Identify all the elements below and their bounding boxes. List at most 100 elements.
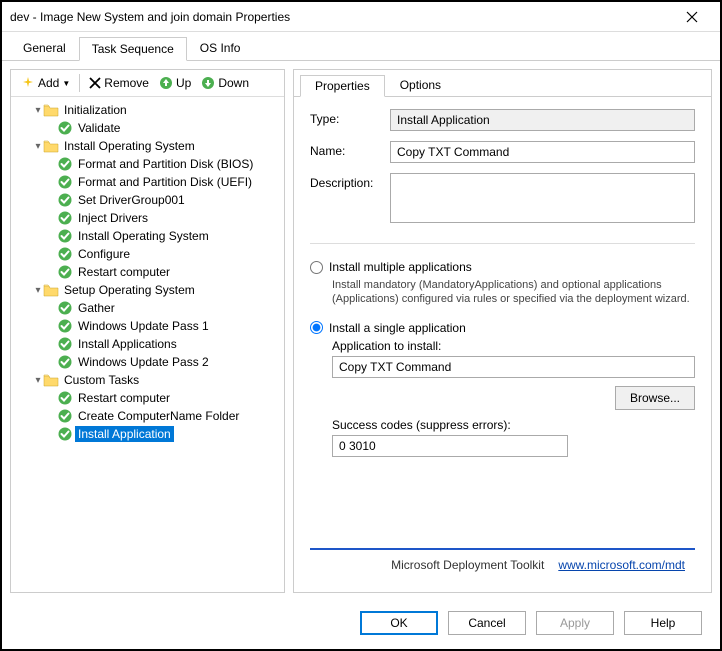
folder-icon <box>43 373 59 387</box>
folder-icon <box>43 103 59 117</box>
close-button[interactable] <box>672 3 712 31</box>
chevron-down-icon: ▼ <box>62 79 70 88</box>
expander-icon[interactable]: ▾ <box>33 141 43 152</box>
tree-step[interactable]: Gather <box>13 299 282 317</box>
type-field <box>390 109 695 131</box>
tree-node-label: Gather <box>75 300 118 316</box>
brand-text: Microsoft Deployment Toolkit <box>391 558 544 572</box>
tree-node-label: Format and Partition Disk (UEFI) <box>75 174 255 190</box>
arrow-up-icon <box>159 76 173 90</box>
add-button[interactable]: Add ▼ <box>17 74 74 92</box>
tree-node-label: Configure <box>75 246 133 262</box>
window-title: dev - Image New System and join domain P… <box>10 10 672 24</box>
up-button[interactable]: Up <box>155 74 195 92</box>
tab-task-sequence[interactable]: Task Sequence <box>79 37 187 61</box>
radio-multiple-row[interactable]: Install multiple applications <box>310 260 695 274</box>
tree-node-label: Windows Update Pass 1 <box>75 318 212 334</box>
tree-node-label: Inject Drivers <box>75 210 151 226</box>
tree-step[interactable]: Windows Update Pass 1 <box>13 317 282 335</box>
brand-link[interactable]: www.microsoft.com/mdt <box>558 558 685 572</box>
sparkle-icon <box>21 76 35 90</box>
toolbar: Add ▼ Remove Up Down <box>11 70 284 97</box>
app-to-install-field[interactable] <box>332 356 695 378</box>
tab-options[interactable]: Options <box>385 74 456 96</box>
tree-node-label: Create ComputerName Folder <box>75 408 242 424</box>
tree-step[interactable]: Install Applications <box>13 335 282 353</box>
expander-icon[interactable]: ▾ <box>33 285 43 296</box>
tree-step[interactable]: Restart computer <box>13 389 282 407</box>
arrow-down-icon <box>201 76 215 90</box>
radio-multiple[interactable] <box>310 261 323 274</box>
tree-group[interactable]: ▾ Install Operating System <box>13 137 282 155</box>
ok-button[interactable]: OK <box>360 611 438 635</box>
tab-properties[interactable]: Properties <box>300 75 385 97</box>
check-icon <box>57 354 73 370</box>
tree-node-label: Restart computer <box>75 390 173 406</box>
multiple-help-text: Install mandatory (MandatoryApplications… <box>332 278 695 307</box>
help-button[interactable]: Help <box>624 611 702 635</box>
tab-general[interactable]: General <box>10 36 79 60</box>
tab-os-info[interactable]: OS Info <box>187 36 254 60</box>
description-field[interactable] <box>390 173 695 223</box>
tree-step[interactable]: Format and Partition Disk (BIOS) <box>13 155 282 173</box>
radio-single[interactable] <box>310 321 323 334</box>
name-label: Name: <box>310 141 390 158</box>
cancel-button[interactable]: Cancel <box>448 611 526 635</box>
tree-node-label: Initialization <box>61 102 130 118</box>
tree-node-label: Setup Operating System <box>61 282 198 298</box>
tree-node-label: Custom Tasks <box>61 372 142 388</box>
tree-node-label: Validate <box>75 120 123 136</box>
tree-group[interactable]: ▾ Setup Operating System <box>13 281 282 299</box>
name-field[interactable] <box>390 141 695 163</box>
radio-single-label: Install a single application <box>329 321 466 335</box>
apply-button[interactable]: Apply <box>536 611 614 635</box>
tree-step[interactable]: Validate <box>13 119 282 137</box>
check-icon <box>57 336 73 352</box>
remove-button[interactable]: Remove <box>85 74 153 92</box>
close-icon <box>686 11 698 23</box>
tree-step[interactable]: Create ComputerName Folder <box>13 407 282 425</box>
tree-step[interactable]: Format and Partition Disk (UEFI) <box>13 173 282 191</box>
browse-button[interactable]: Browse... <box>615 386 695 410</box>
properties-content: Type: Name: Description: Install multipl… <box>294 97 711 592</box>
tree-node-label: Install Applications <box>75 336 180 352</box>
check-icon <box>57 228 73 244</box>
check-icon <box>57 156 73 172</box>
description-label: Description: <box>310 173 390 190</box>
type-label: Type: <box>310 109 390 126</box>
tree-node-label: Format and Partition Disk (BIOS) <box>75 156 256 172</box>
expander-icon[interactable]: ▾ <box>33 105 43 116</box>
tree-step[interactable]: Install Operating System <box>13 227 282 245</box>
tree-step[interactable]: Configure <box>13 245 282 263</box>
tree-node-label: Restart computer <box>75 264 173 280</box>
check-icon <box>57 264 73 280</box>
check-icon <box>57 426 73 442</box>
folder-icon <box>43 283 59 297</box>
check-icon <box>57 210 73 226</box>
tree-step[interactable]: Set DriverGroup001 <box>13 191 282 209</box>
outer-tabs: General Task Sequence OS Info <box>2 32 720 61</box>
task-tree[interactable]: ▾ Initialization Validate ▾ Install Operatin… <box>11 97 284 592</box>
tree-step[interactable]: Windows Update Pass 2 <box>13 353 282 371</box>
left-panel: Add ▼ Remove Up Down ▾ Initialization Vali… <box>10 69 285 593</box>
tree-step[interactable]: Restart computer <box>13 263 282 281</box>
tree-group[interactable]: ▾ Custom Tasks <box>13 371 282 389</box>
radio-single-row[interactable]: Install a single application <box>310 321 695 335</box>
down-button[interactable]: Down <box>197 74 253 92</box>
expander-icon[interactable]: ▾ <box>33 375 43 386</box>
tree-node-label: Install Application <box>75 426 174 442</box>
tree-step[interactable]: Inject Drivers <box>13 209 282 227</box>
tree-node-label: Install Operating System <box>61 138 198 154</box>
radio-multiple-label: Install multiple applications <box>329 260 472 274</box>
app-to-install-label: Application to install: <box>332 339 695 353</box>
tree-step[interactable]: Install Application <box>13 425 282 443</box>
x-icon <box>89 77 101 89</box>
success-codes-field[interactable] <box>332 435 568 457</box>
main-area: Add ▼ Remove Up Down ▾ Initialization Vali… <box>2 61 720 601</box>
check-icon <box>57 120 73 136</box>
check-icon <box>57 300 73 316</box>
tree-node-label: Install Operating System <box>75 228 212 244</box>
tree-group[interactable]: ▾ Initialization <box>13 101 282 119</box>
right-tabs: Properties Options <box>294 70 711 97</box>
dialog-buttons: OK Cancel Apply Help <box>2 601 720 645</box>
